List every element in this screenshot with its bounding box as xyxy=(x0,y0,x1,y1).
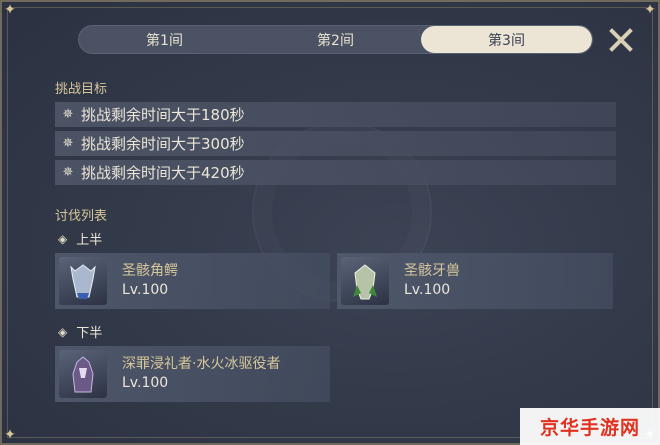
enemy-level: Lv.100 xyxy=(122,282,169,298)
goal-row: ✵ 挑战剩余时间大于180秒 xyxy=(55,102,616,127)
diamond-icon: ◈ xyxy=(58,231,68,246)
enemy-card[interactable]: 深罪浸礼者·水火冰驱役者 Lv.100 xyxy=(55,346,330,402)
enemy-name: 深罪浸礼者·水火冰驱役者 xyxy=(122,356,281,372)
close-button[interactable] xyxy=(605,24,637,56)
second-half-label: ◈ 下半 xyxy=(58,322,103,342)
tab-chamber-2[interactable]: 第2间 xyxy=(250,26,421,53)
enemy-name: 圣骸角鳄 xyxy=(122,263,178,279)
horned-croc-icon xyxy=(70,264,96,299)
goal-text: 挑战剩余时间大于300秒 xyxy=(81,135,245,153)
goal-row: ✵ 挑战剩余时间大于420秒 xyxy=(55,160,616,185)
snowflake-star-icon: ✵ xyxy=(62,136,74,151)
sinner-icon xyxy=(72,356,94,393)
challenge-goals-title: 挑战目标 xyxy=(55,82,108,97)
tab-chamber-1[interactable]: 第1间 xyxy=(79,26,250,53)
abyss-floor-panel: ✦ ✦ ✦ ✦ 第1间 第2间 第3间 挑战目标 ✵ 挑战剩余时间大于180秒 … xyxy=(0,0,660,445)
enemy-level: Lv.100 xyxy=(404,282,451,298)
enemy-level: Lv.100 xyxy=(122,375,169,391)
enemy-card[interactable]: 圣骸牙兽 Lv.100 xyxy=(337,253,613,309)
close-x-icon xyxy=(609,28,633,52)
enemy-card[interactable]: 圣骸角鳄 Lv.100 xyxy=(55,253,330,309)
snowflake-star-icon: ✵ xyxy=(62,165,74,180)
chamber-tabs: 第1间 第2间 第3间 xyxy=(78,25,593,54)
snowflake-star-icon: ✵ xyxy=(62,107,74,122)
corner-ornament-icon: ✦ xyxy=(4,2,16,18)
enemy-list-title: 讨伐列表 xyxy=(55,209,108,224)
goal-text: 挑战剩余时间大于180秒 xyxy=(81,106,245,124)
goal-text: 挑战剩余时间大于420秒 xyxy=(81,164,245,182)
diamond-icon: ◈ xyxy=(58,324,68,339)
corner-ornament-icon: ✦ xyxy=(644,2,656,18)
horned-croc-portrait xyxy=(59,257,107,305)
enemy-name: 圣骸牙兽 xyxy=(404,263,460,279)
fang-beast-portrait xyxy=(341,257,389,305)
fang-beast-icon xyxy=(353,264,377,300)
sinner-portrait xyxy=(59,350,107,398)
goal-row: ✵ 挑战剩余时间大于300秒 xyxy=(55,131,616,156)
corner-ornament-icon: ✦ xyxy=(4,427,16,443)
second-half-text: 下半 xyxy=(76,326,103,341)
site-watermark: 京华手游网 xyxy=(520,408,660,445)
first-half-text: 上半 xyxy=(76,233,103,248)
tab-chamber-3[interactable]: 第3间 xyxy=(421,26,592,53)
first-half-label: ◈ 上半 xyxy=(58,229,103,249)
